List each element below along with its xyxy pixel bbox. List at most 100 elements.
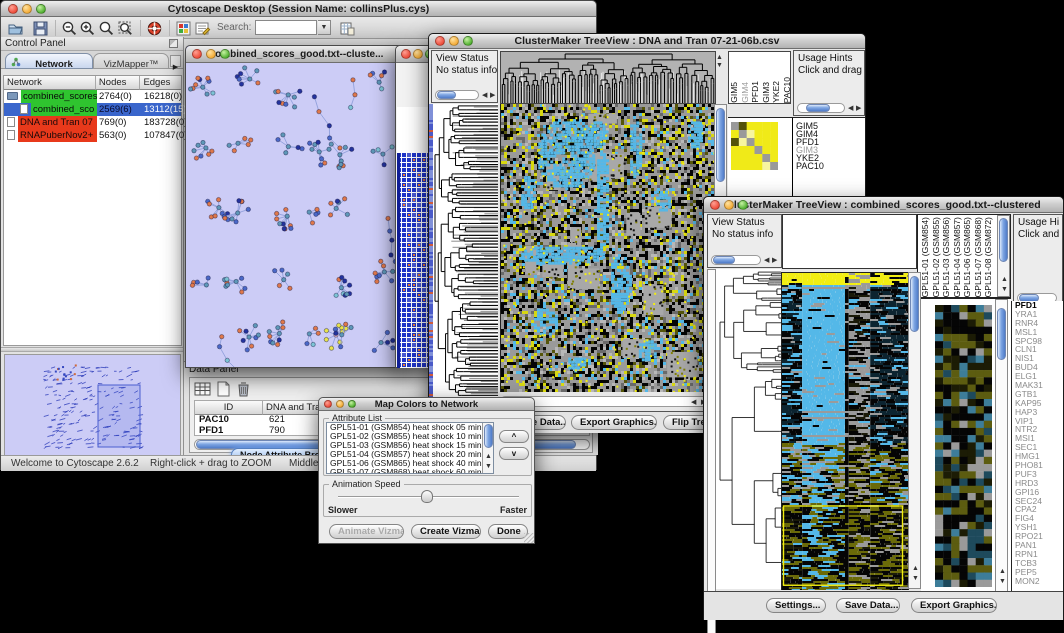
tv2-detail-vscrollbar[interactable]: ▲ ▼ [995,299,1008,592]
array-column-label[interactable]: GPL51-02 (GSM855) [931,217,942,297]
gene-label[interactable]: PUF3 [1015,470,1063,479]
column-label[interactable]: GIM5 [729,82,740,103]
tv2-export-graphics-button[interactable]: Export Graphics... [911,598,997,613]
attribute-list[interactable]: GPL51-01 (GSM854) heat shock 05 minGPL51… [326,422,494,474]
gene-label[interactable]: SEC1 [1015,443,1063,452]
zoom-button[interactable] [463,36,473,46]
tv2-status-hscrollbar[interactable] [711,255,761,265]
search-dropdown-button[interactable]: ▼ [318,20,331,35]
minimize-button[interactable] [22,4,32,14]
network-row-rnapuber[interactable]: RNAPuberNov2+ 563(0) 107847(0) [4,129,181,142]
column-label[interactable]: GIM4 [740,82,751,103]
zoom-selected-icon[interactable] [98,20,115,37]
gene-label[interactable]: PAC10 [796,162,862,170]
col-header-id[interactable]: ID [195,401,263,415]
scroll-left-arrow[interactable]: ◀ [764,257,769,264]
gene-label[interactable]: MAK31 [1015,381,1063,390]
grid-network-canvas[interactable] [397,107,430,368]
gene-label[interactable]: GPI16 [1015,488,1063,497]
gene-label[interactable]: TCB3 [1015,559,1063,568]
attribute-list-item[interactable]: GPL51-07 (GSM868) heat shock 60 min [327,468,493,474]
gene-label[interactable]: NTR2 [1015,425,1063,434]
tv2-row-dendrogram[interactable] [716,269,781,589]
zoom-button[interactable] [220,49,230,59]
network-row-combined-sco-selected[interactable]: combined_sco 2569(6) 13112(15) [4,103,181,116]
gene-label[interactable]: MSL1 [1015,328,1063,337]
gene-label[interactable]: CLN1 [1015,345,1063,354]
array-column-label[interactable]: GPL51-07 (GSM868) [973,217,984,297]
scroll-left-arrow[interactable]: ◀ [691,399,696,406]
close-button[interactable] [435,36,445,46]
gene-label[interactable]: FIG4 [1015,514,1063,523]
attribute-list-vscrollbar[interactable]: ▲ ▼ [482,423,493,473]
new-attribute-icon[interactable] [216,381,231,397]
gene-label[interactable]: PFD1 [1015,301,1063,310]
gene-label[interactable]: NIS1 [1015,354,1063,363]
gene-label[interactable]: PEP5 [1015,568,1063,577]
resize-grip[interactable] [524,533,534,543]
splitter-up-arrow[interactable]: ▲ [716,54,723,61]
network-overview-canvas[interactable] [4,354,181,460]
minimize-button[interactable] [724,200,734,210]
scroll-left-arrow[interactable]: ◀ [848,105,853,112]
gene-label[interactable]: MON2 [1015,577,1063,586]
col-header-network[interactable]: Network [4,76,96,90]
treeview1-titlebar[interactable]: ClusterMaker TreeView : DNA and Tran 07-… [429,34,865,49]
scrollbar-thumb[interactable] [713,256,735,264]
scrollbar-thumb[interactable] [910,276,919,332]
tab-vizmapper[interactable]: VizMapper™ [93,53,169,69]
tv1-export-graphics-button[interactable]: Export Graphics... [571,415,657,430]
gene-label[interactable]: BUD4 [1015,363,1063,372]
attribute-table-icon[interactable] [194,381,211,397]
close-button[interactable] [710,200,720,210]
open-file-icon[interactable] [7,20,24,37]
delete-attribute-icon[interactable] [236,381,251,397]
gene-label[interactable]: HMG1 [1015,452,1063,461]
tv2-heatmap-vscrollbar[interactable]: ▲ ▼ [908,272,921,589]
dialog-titlebar[interactable]: Map Colors to Network [319,398,534,411]
network-row-dna-tran[interactable]: DNA and Tran 07 769(0) 183728(0) [4,116,181,129]
minimize-button[interactable] [413,49,423,59]
gene-label[interactable]: MSI1 [1015,434,1063,443]
zoom-button[interactable] [348,400,356,408]
close-button[interactable] [324,400,332,408]
tv1-column-labels[interactable]: GIM5GIM4PFD1GIM3YKE2PAC10 [728,51,791,104]
column-label[interactable]: GIM3 [761,82,772,103]
scroll-up-arrow[interactable]: ▲ [999,568,1006,575]
array-column-label[interactable]: GPL51-06 (GSM865) [962,217,973,297]
column-label[interactable]: PAC10 [782,77,792,103]
tv2-column-tree-area[interactable] [782,214,917,269]
network-view-titlebar[interactable]: combined_scores_good.txt--cluste... [186,46,407,63]
search-input[interactable] [255,20,317,35]
scrollbar-thumb[interactable] [484,424,493,448]
network-graph-canvas[interactable] [186,63,407,367]
minimize-button[interactable] [336,400,344,408]
splitter-down-arrow[interactable]: ▼ [716,62,723,69]
scroll-right-arrow[interactable]: ▶ [490,92,495,99]
scroll-down-arrow[interactable]: ▼ [912,575,919,582]
tv2-left-vscrollbar[interactable]: ▲ ▼ [707,269,716,633]
animate-vizmap-button[interactable]: Animate Vizmap [329,524,404,539]
scroll-up-arrow[interactable]: ▲ [485,453,492,460]
col-header-edges[interactable]: Edges [140,76,181,90]
main-titlebar[interactable]: Cytoscape Desktop (Session Name: collins… [1,1,596,17]
col-header-nodes[interactable]: Nodes [96,76,141,90]
gene-label[interactable]: YSH1 [1015,523,1063,532]
array-column-label[interactable]: GPL51-03 (GSM856) [941,217,952,297]
tv2-row-labels[interactable]: PFD1YRA1RNR4MSL1SPC98CLN1NIS1BUD4ELG1MAK… [1011,301,1063,591]
float-panel-icon[interactable] [169,39,178,48]
gene-label[interactable]: YRA1 [1015,310,1063,319]
close-button[interactable] [401,49,411,59]
gene-label[interactable]: GTB1 [1015,390,1063,399]
treeview2-titlebar[interactable]: ClusterMaker TreeView : combined_scores_… [704,197,1063,213]
tv2-labels-vscrollbar[interactable]: ▲ ▼ [997,215,1010,297]
scroll-down-arrow[interactable]: ▼ [485,463,492,470]
save-icon[interactable] [32,20,49,37]
gene-label[interactable]: KAP95 [1015,399,1063,408]
column-label[interactable]: YKE2 [771,81,782,103]
close-button[interactable] [8,4,18,14]
vizmapper-icon[interactable] [175,20,192,37]
scroll-up-arrow[interactable]: ▲ [1001,276,1008,283]
tv2-column-labels[interactable]: GPL51-01 (GSM854)GPL51-02 (GSM855)GPL51-… [920,215,996,297]
zoom-fit-icon[interactable] [117,20,134,37]
